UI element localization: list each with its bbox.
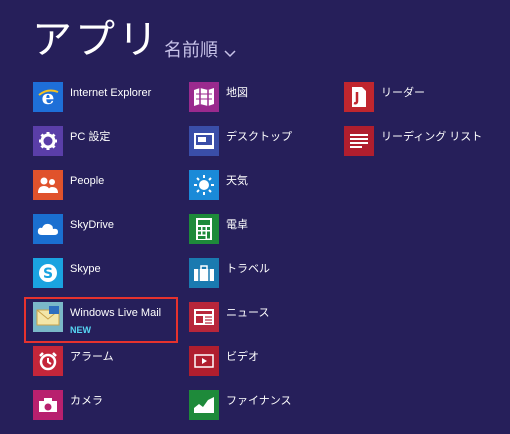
app-camera[interactable]: カメラ <box>33 390 161 434</box>
news-icon <box>189 302 219 332</box>
app-label: デスクトップ <box>226 131 292 143</box>
sun-icon <box>189 170 219 200</box>
suitcase-icon <box>189 258 219 288</box>
sort-dropdown[interactable]: 名前順 <box>164 36 236 62</box>
app-skype[interactable]: S Skype <box>33 258 161 302</box>
reading-list-icon <box>344 126 374 156</box>
app-label: トラベル <box>226 263 270 275</box>
calculator-icon <box>189 214 219 244</box>
app-column-2: 地図 デスクトップ 天気 電卓 トラベル ニュース ビデオ ファイナンス <box>189 82 292 434</box>
skype-icon: S <box>33 258 63 288</box>
app-label: 天気 <box>226 175 248 187</box>
app-label: 地図 <box>226 87 248 99</box>
app-travel[interactable]: トラベル <box>189 258 292 302</box>
app-maps[interactable]: 地図 <box>189 82 292 126</box>
svg-text:e: e <box>42 86 55 108</box>
app-label: ファイナンス <box>226 395 292 407</box>
app-skydrive[interactable]: SkyDrive <box>33 214 161 258</box>
app-finance[interactable]: ファイナンス <box>189 390 292 434</box>
camera-icon <box>33 390 63 420</box>
app-desktop[interactable]: デスクトップ <box>189 126 292 170</box>
app-label: ビデオ <box>226 351 259 363</box>
map-icon <box>189 82 219 112</box>
app-calculator[interactable]: 電卓 <box>189 214 292 258</box>
app-internet-explorer[interactable]: e Internet Explorer <box>33 82 161 126</box>
app-label: SkyDrive <box>70 219 115 231</box>
app-label: カメラ <box>70 395 103 407</box>
svg-text:S: S <box>43 266 53 282</box>
sort-label: 名前順 <box>164 40 218 61</box>
app-label: People <box>70 175 105 187</box>
app-reading-list[interactable]: リーディング リスト <box>344 126 482 170</box>
highlight-box <box>24 297 178 343</box>
app-label: アラーム <box>70 351 114 363</box>
reader-icon <box>344 82 374 112</box>
desktop-icon <box>189 126 219 156</box>
chevron-down-icon <box>224 43 236 58</box>
cloud-icon <box>33 214 63 244</box>
finance-icon <box>189 390 219 420</box>
app-label: Internet Explorer <box>70 87 152 99</box>
video-icon <box>189 346 219 376</box>
app-column-1: e Internet Explorer PC 設定 People SkyDriv… <box>33 82 161 434</box>
app-weather[interactable]: 天気 <box>189 170 292 214</box>
app-label: リーダー <box>381 87 425 99</box>
app-pc-settings[interactable]: PC 設定 <box>33 126 161 170</box>
app-label: Skype <box>70 263 101 275</box>
app-label: PC 設定 <box>70 131 111 143</box>
app-column-3: リーダー リーディング リスト <box>344 82 482 170</box>
app-reader[interactable]: リーダー <box>344 82 482 126</box>
app-label: ニュース <box>226 307 270 319</box>
people-icon <box>33 170 63 200</box>
app-label: 電卓 <box>226 219 248 231</box>
page-title: アプリ <box>32 17 161 63</box>
alarm-icon <box>33 346 63 376</box>
app-video[interactable]: ビデオ <box>189 346 292 390</box>
gear-icon <box>33 126 63 156</box>
app-label: リーディング リスト <box>381 131 483 143</box>
app-news[interactable]: ニュース <box>189 302 292 346</box>
app-people[interactable]: People <box>33 170 161 214</box>
app-alarm[interactable]: アラーム <box>33 346 161 390</box>
internet-explorer-icon: e <box>33 82 63 112</box>
